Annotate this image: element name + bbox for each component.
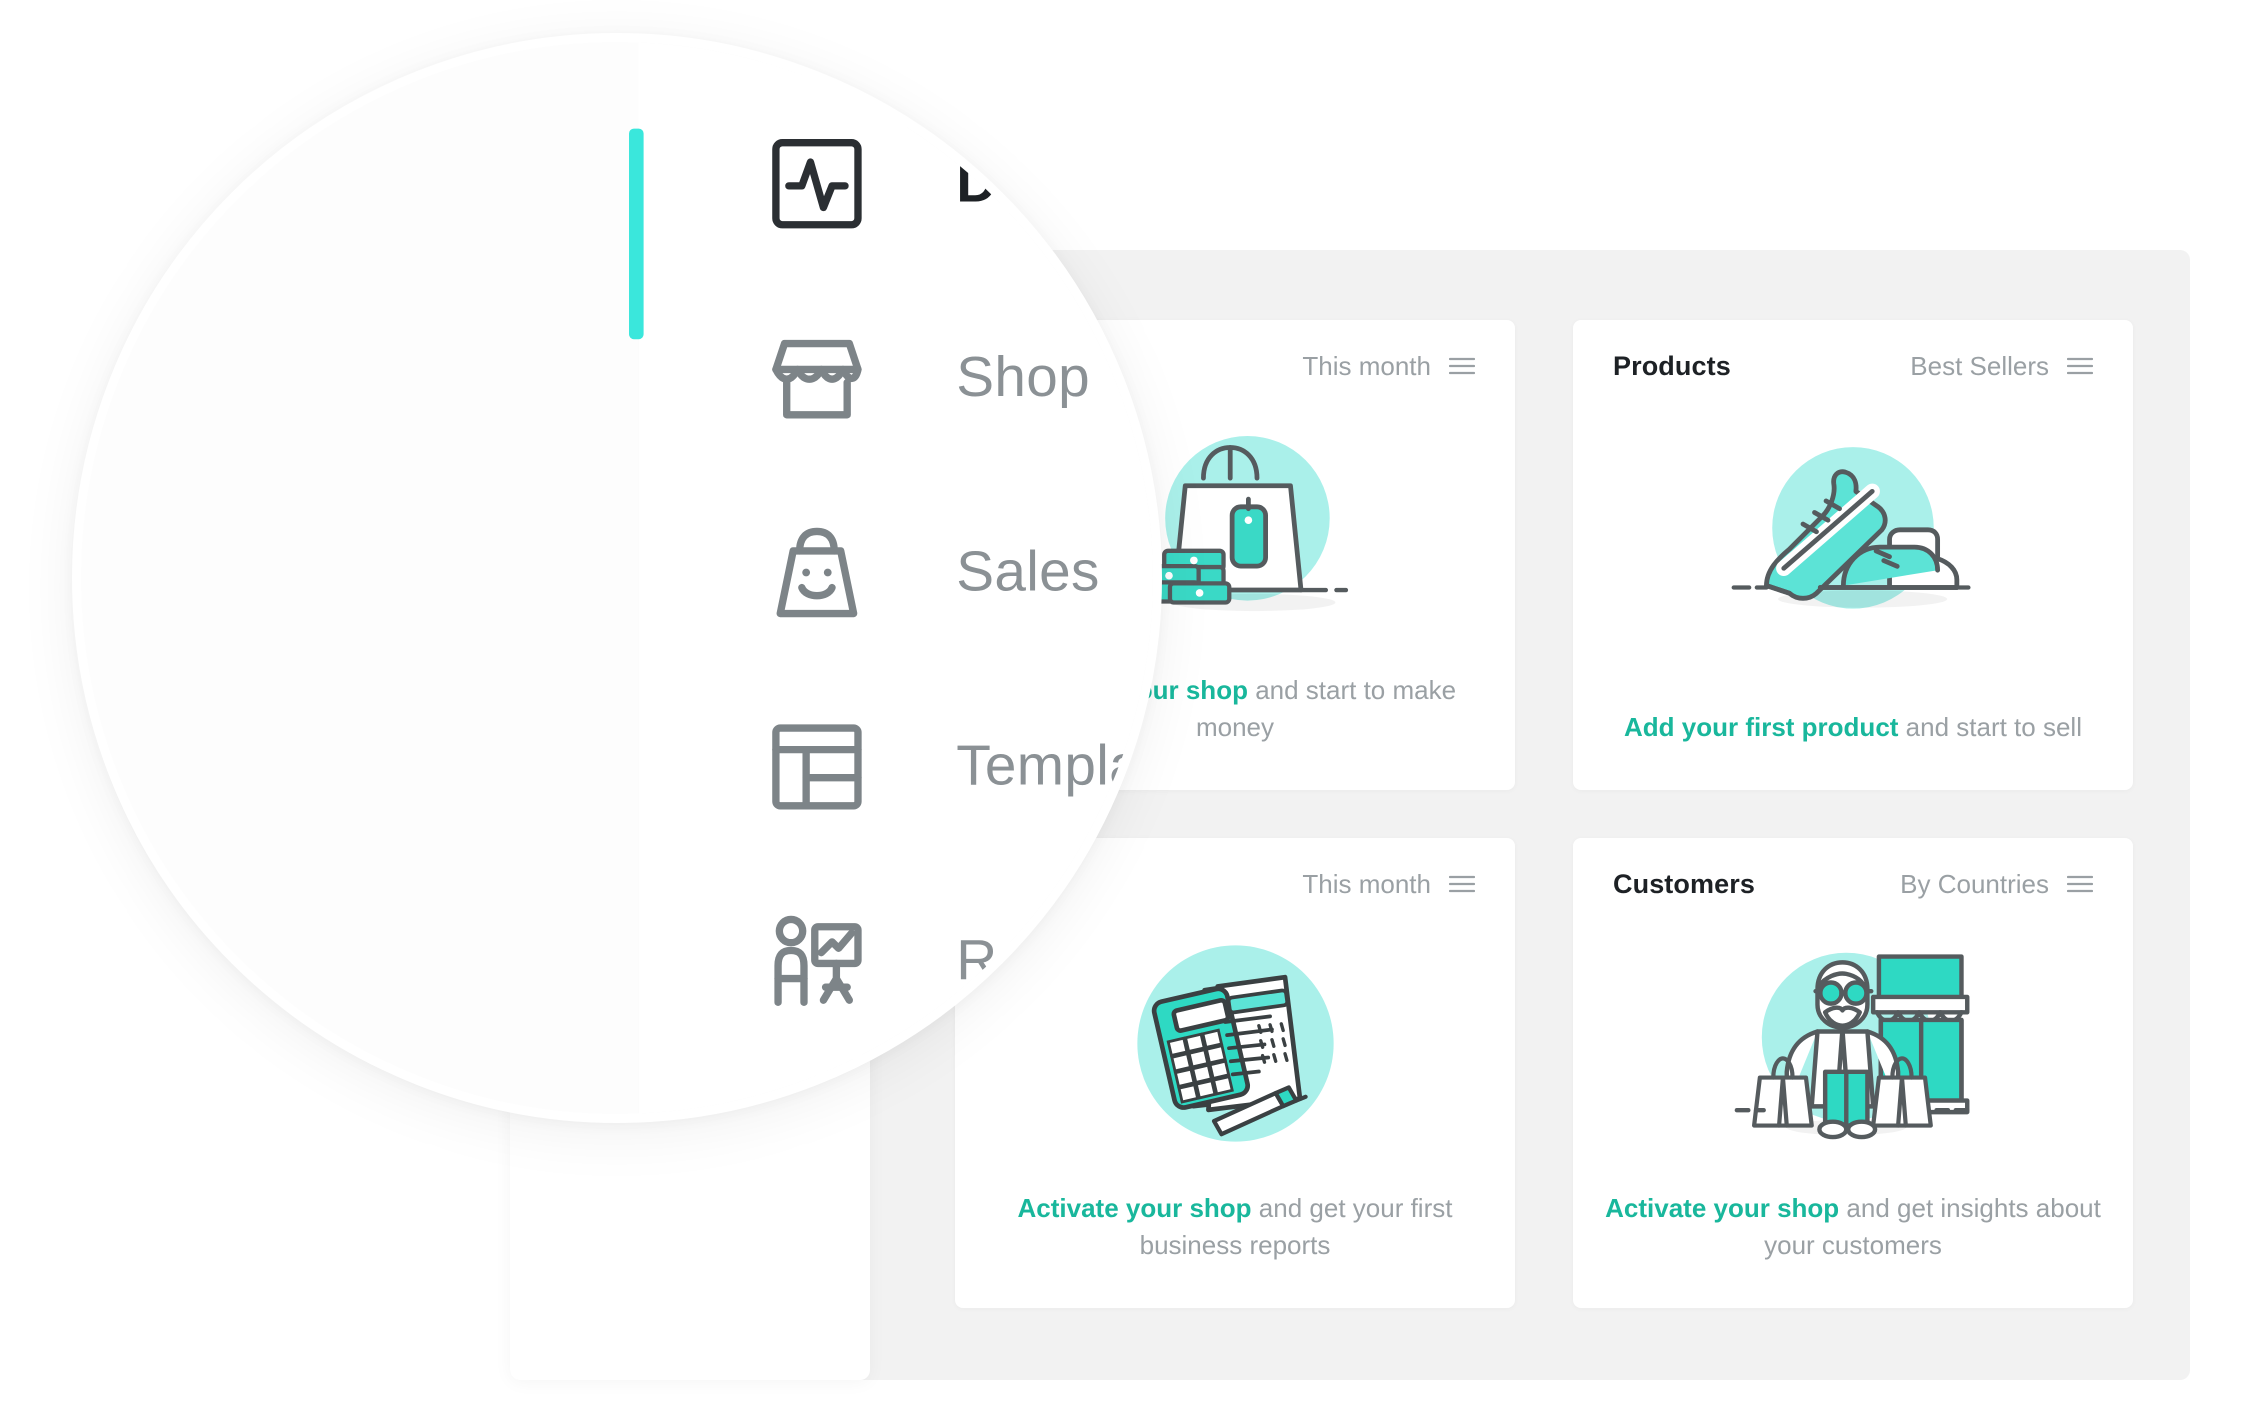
hamburger-menu-icon[interactable] <box>1448 874 1476 894</box>
card-reports-caption-link[interactable]: Activate your shop <box>1018 1193 1252 1223</box>
sidebar-item-shop[interactable]: Shop <box>639 281 1153 475</box>
magnifier-lens: Dashboard Shop Sales Templates Reports E… <box>72 33 1162 1123</box>
sidebar-item-templates[interactable]: Templates <box>639 670 1158 864</box>
hamburger-menu-icon[interactable] <box>2066 874 2094 894</box>
card-products-filter[interactable]: Best Sellers <box>1910 351 2049 382</box>
card-customers[interactable]: Customers By Countries Activate your sho… <box>1573 838 2133 1308</box>
activity-monitor-icon <box>772 138 862 229</box>
shopping-bag-smile-icon <box>776 527 858 618</box>
card-products[interactable]: Products Best Sellers Add your first pro… <box>1573 320 2133 790</box>
card-customers-controls: By Countries <box>1900 869 2094 900</box>
card-products-caption-rest: and start to sell <box>1898 712 2082 743</box>
card-reports-caption: Activate your shop and get your first bu… <box>955 1190 1515 1264</box>
customer-with-shop-icon <box>1573 918 2133 1168</box>
card-customers-header: Customers By Countries <box>1573 838 2133 930</box>
presentation-chart-icon <box>774 915 862 1007</box>
sidebar-item-label: Shop <box>956 345 1090 409</box>
hamburger-menu-icon[interactable] <box>1448 356 1476 376</box>
card-customers-title: Customers <box>1613 868 1755 899</box>
hamburger-menu-icon[interactable] <box>2066 356 2094 376</box>
card-shop-filter[interactable]: This month <box>1302 351 1431 382</box>
magnifier-content: Dashboard Shop Sales Templates Reports E… <box>81 42 1162 1114</box>
sidebar-item-sales[interactable]: Sales <box>639 475 1153 669</box>
card-products-title: Products <box>1613 350 1731 381</box>
card-customers-caption: Activate your shop and get insights abou… <box>1573 1190 2133 1264</box>
card-shop-controls: This month <box>1302 351 1476 382</box>
card-reports-controls: This month <box>1302 869 1476 900</box>
card-products-caption-link[interactable]: Add your first product <box>1624 712 1898 742</box>
sidebar-nav-list: Dashboard Shop Sales Templates Reports E… <box>629 87 1162 1114</box>
card-customers-filter[interactable]: By Countries <box>1900 869 2049 900</box>
layout-grid-icon <box>772 724 862 810</box>
card-products-header: Products Best Sellers <box>1573 320 2133 412</box>
sidebar-item-label: Dashboard <box>956 151 1162 215</box>
sneakers-icon <box>1573 400 2133 650</box>
card-customers-caption-link[interactable]: Activate your shop <box>1605 1193 1839 1223</box>
card-reports-filter[interactable]: This month <box>1302 869 1431 900</box>
sidebar-item-dashboard[interactable]: Dashboard <box>629 87 1162 340</box>
sidebar-item-label: Sales <box>956 540 1100 604</box>
sidebar-item-reports[interactable]: Reports <box>639 864 1158 1058</box>
card-products-caption: Add your first product and start to sell <box>1573 709 2133 746</box>
sidebar-item-events[interactable]: Events <box>639 1059 1153 1114</box>
sidebar-item-label: Templates <box>956 734 1158 798</box>
sidebar-item-label: Reports <box>956 928 1158 993</box>
storefront-icon <box>772 339 862 419</box>
card-products-controls: Best Sellers <box>1910 351 2094 382</box>
sidebar: Dashboard Shop Sales Templates Reports E… <box>629 42 1162 1114</box>
